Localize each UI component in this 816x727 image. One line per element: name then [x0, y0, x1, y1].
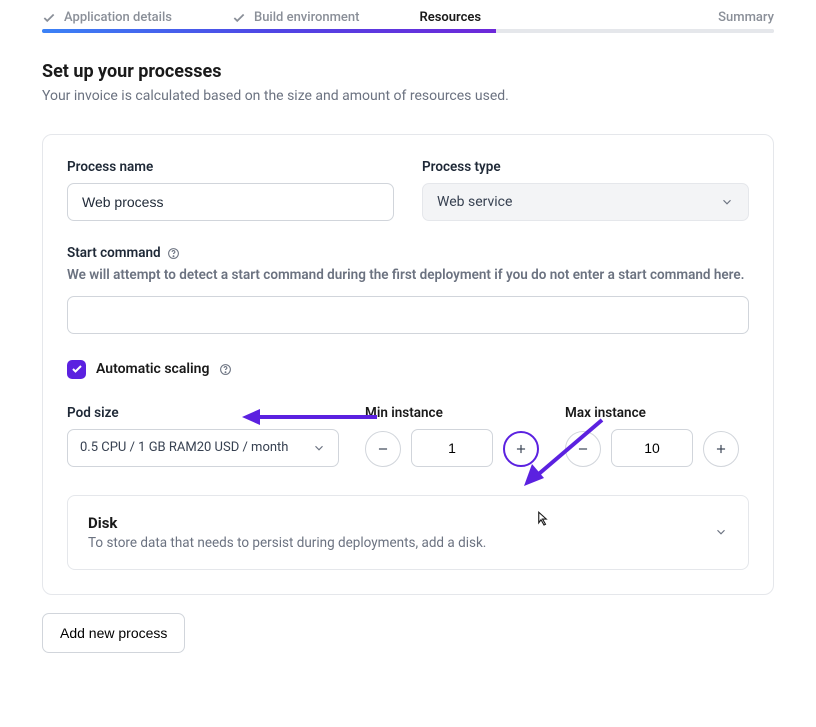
min-instance-label: Min instance	[365, 405, 539, 421]
min-instance-decrement[interactable]	[365, 431, 401, 467]
check-icon	[71, 363, 83, 375]
page-title: Set up your processes	[42, 61, 774, 82]
process-card: Process name Process type Web service St…	[42, 134, 774, 595]
process-name-label: Process name	[67, 159, 394, 175]
step-label: Build environment	[254, 10, 359, 25]
help-icon[interactable]	[219, 363, 232, 376]
process-type-label: Process type	[422, 159, 749, 175]
plus-icon	[714, 442, 728, 456]
plus-icon	[514, 442, 528, 456]
check-icon	[232, 11, 246, 25]
minus-icon	[576, 442, 590, 456]
progress-seg-1	[42, 29, 269, 33]
cursor-icon	[532, 510, 550, 528]
process-name-input[interactable]	[67, 183, 394, 221]
pod-size-label: Pod size	[67, 405, 339, 421]
auto-scaling-checkbox[interactable]	[67, 360, 86, 379]
disk-title: Disk	[88, 514, 486, 532]
stepper: Application details Build environment Re…	[42, 0, 774, 29]
max-instance-decrement[interactable]	[565, 431, 601, 467]
step-application-details[interactable]: Application details	[42, 10, 172, 25]
process-type-select[interactable]: Web service	[422, 183, 749, 221]
help-icon[interactable]	[167, 247, 180, 260]
min-instance-increment[interactable]	[503, 431, 539, 467]
add-process-button[interactable]: Add new process	[42, 613, 185, 653]
process-type-value: Web service	[437, 194, 512, 210]
pod-size-value: 0.5 CPU / 1 GB RAM20 USD / month	[80, 440, 288, 455]
check-icon	[42, 11, 56, 25]
start-command-label: Start command	[67, 245, 161, 261]
progress-seg-2	[269, 29, 496, 33]
progress-bar	[42, 29, 774, 33]
start-command-input[interactable]	[67, 296, 749, 334]
max-instance-label: Max instance	[565, 405, 739, 421]
progress-seg-3	[496, 29, 774, 33]
auto-scaling-label: Automatic scaling	[96, 361, 209, 377]
step-label: Application details	[64, 10, 172, 25]
min-instance-input[interactable]	[411, 429, 493, 467]
step-label: Summary	[718, 10, 774, 25]
step-resources[interactable]: Resources	[419, 10, 481, 25]
minus-icon	[376, 442, 390, 456]
disk-section[interactable]: Disk To store data that needs to persist…	[67, 495, 749, 570]
step-summary[interactable]: Summary	[718, 10, 774, 25]
chevron-down-icon	[720, 195, 734, 209]
max-instance-input[interactable]	[611, 429, 693, 467]
max-instance-increment[interactable]	[703, 431, 739, 467]
chevron-down-icon	[714, 525, 728, 539]
disk-description: To store data that needs to persist duri…	[88, 535, 486, 551]
chevron-down-icon	[312, 441, 326, 455]
page-subtitle: Your invoice is calculated based on the …	[42, 88, 774, 104]
start-command-hint: We will attempt to detect a start comman…	[67, 266, 749, 286]
step-label: Resources	[419, 10, 481, 25]
pod-size-select[interactable]: 0.5 CPU / 1 GB RAM20 USD / month	[67, 429, 339, 467]
step-build-environment[interactable]: Build environment	[232, 10, 359, 25]
